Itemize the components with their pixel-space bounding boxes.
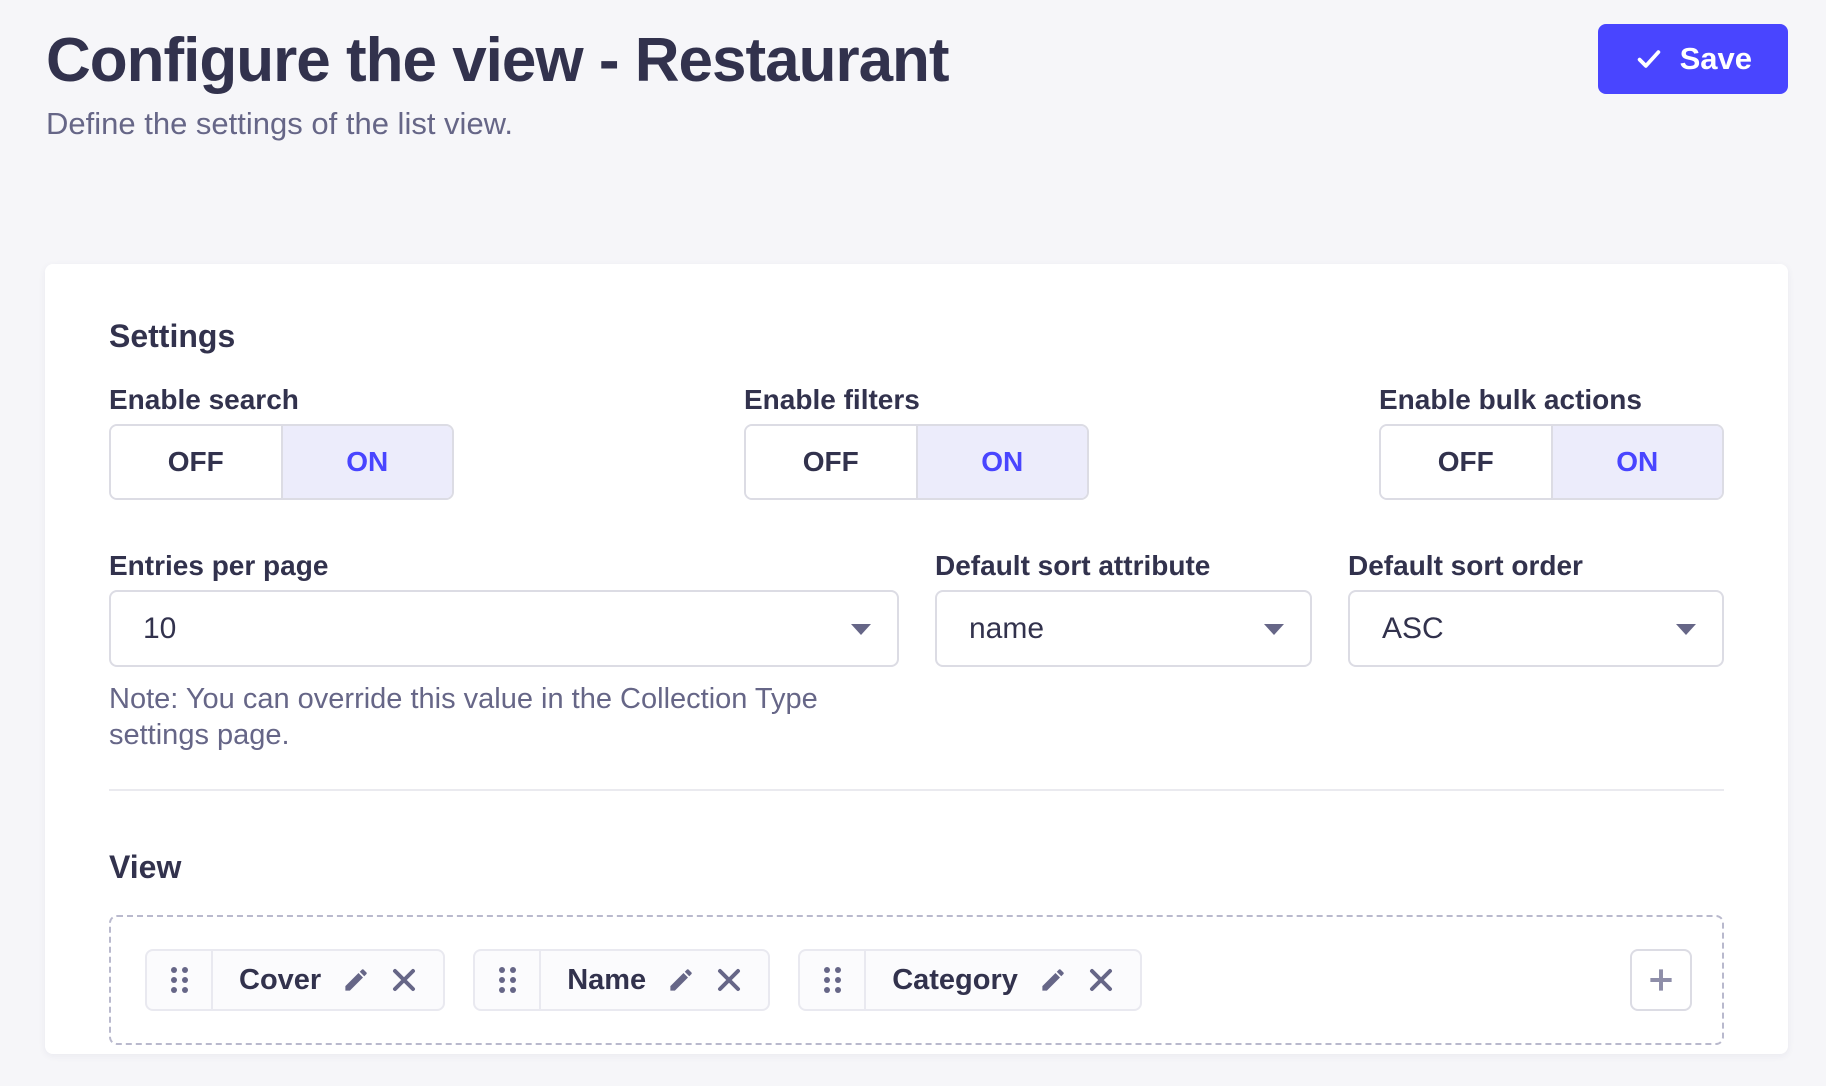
enable-filters-off-option[interactable]: OFF: [746, 426, 916, 498]
edit-field-button[interactable]: [1038, 965, 1068, 995]
enable-bulk-actions-toggle: OFF ON: [1379, 424, 1724, 500]
close-icon: [1086, 965, 1116, 995]
enable-filters-on-option[interactable]: ON: [916, 426, 1088, 498]
default-sort-order-value: ASC: [1382, 612, 1444, 646]
field-chip-label: Category: [866, 964, 1038, 997]
select-label: Default sort order: [1348, 548, 1724, 584]
page-title: Configure the view - Restaurant: [46, 24, 949, 98]
page-subtitle: Define the settings of the list view.: [46, 104, 949, 144]
select-label: Entries per page: [109, 548, 899, 584]
field-chip-name: Name: [473, 949, 770, 1011]
entries-per-page-value: 10: [143, 612, 176, 646]
enable-search-toggle: OFF ON: [109, 424, 454, 500]
pencil-icon: [1038, 965, 1068, 995]
field-drop-zone[interactable]: Cover Name: [109, 915, 1724, 1045]
toggle-enable-bulk-actions: Enable bulk actions OFF ON: [1379, 382, 1724, 500]
remove-field-button[interactable]: [389, 965, 419, 995]
remove-field-button[interactable]: [714, 965, 744, 995]
section-divider: [109, 789, 1724, 791]
page-header: Configure the view - Restaurant Define t…: [0, 0, 1826, 144]
drag-handle[interactable]: [800, 951, 866, 1009]
enable-bulk-actions-off-option[interactable]: OFF: [1381, 426, 1551, 498]
edit-field-button[interactable]: [341, 965, 371, 995]
toggle-enable-search: Enable search OFF ON: [109, 382, 454, 500]
default-sort-attribute-value: name: [969, 612, 1044, 646]
field-chip-category: Category: [798, 949, 1142, 1011]
save-button[interactable]: Save: [1598, 24, 1788, 94]
view-heading: View: [109, 847, 1724, 887]
enable-filters-toggle: OFF ON: [744, 424, 1089, 500]
toggle-label: Enable filters: [744, 382, 1089, 418]
select-label: Default sort attribute: [935, 548, 1312, 584]
default-sort-attribute-field: Default sort attribute name: [935, 548, 1312, 753]
settings-card: Settings Enable search OFF ON Enable fil…: [45, 264, 1788, 1054]
drag-handle-icon: [171, 967, 188, 993]
toggle-enable-filters: Enable filters OFF ON: [744, 382, 1089, 500]
default-sort-order-field: Default sort order ASC: [1348, 548, 1724, 753]
pencil-icon: [341, 965, 371, 995]
drag-handle-icon: [499, 967, 516, 993]
settings-heading: Settings: [109, 316, 1724, 356]
field-chip-label: Name: [541, 964, 666, 997]
caret-down-icon: [851, 624, 871, 635]
drag-handle[interactable]: [475, 951, 541, 1009]
add-field-button[interactable]: [1630, 949, 1692, 1011]
enable-search-off-option[interactable]: OFF: [111, 426, 281, 498]
pencil-icon: [666, 965, 696, 995]
save-button-label: Save: [1680, 41, 1752, 77]
toggle-label: Enable search: [109, 382, 454, 418]
toggles-row: Enable search OFF ON Enable filters OFF …: [109, 382, 1724, 500]
default-sort-order-select[interactable]: ASC: [1348, 590, 1724, 667]
check-icon: [1634, 44, 1664, 74]
remove-field-button[interactable]: [1086, 965, 1116, 995]
caret-down-icon: [1676, 624, 1696, 635]
field-chip-cover: Cover: [145, 949, 445, 1011]
edit-field-button[interactable]: [666, 965, 696, 995]
toggle-label: Enable bulk actions: [1379, 382, 1724, 418]
entries-per-page-select[interactable]: 10: [109, 590, 899, 667]
default-sort-attribute-select[interactable]: name: [935, 590, 1312, 667]
enable-bulk-actions-on-option[interactable]: ON: [1551, 426, 1723, 498]
caret-down-icon: [1264, 624, 1284, 635]
drag-handle-icon: [824, 967, 841, 993]
close-icon: [389, 965, 419, 995]
field-chip-label: Cover: [213, 964, 341, 997]
enable-search-on-option[interactable]: ON: [281, 426, 453, 498]
page-title-block: Configure the view - Restaurant Define t…: [46, 24, 949, 144]
drag-handle[interactable]: [147, 951, 213, 1009]
entries-per-page-field: Entries per page 10 Note: You can overri…: [109, 548, 899, 753]
entries-per-page-note: Note: You can override this value in the…: [109, 681, 899, 753]
close-icon: [714, 965, 744, 995]
plus-icon: [1644, 963, 1678, 997]
selects-row: Entries per page 10 Note: You can overri…: [109, 548, 1724, 753]
